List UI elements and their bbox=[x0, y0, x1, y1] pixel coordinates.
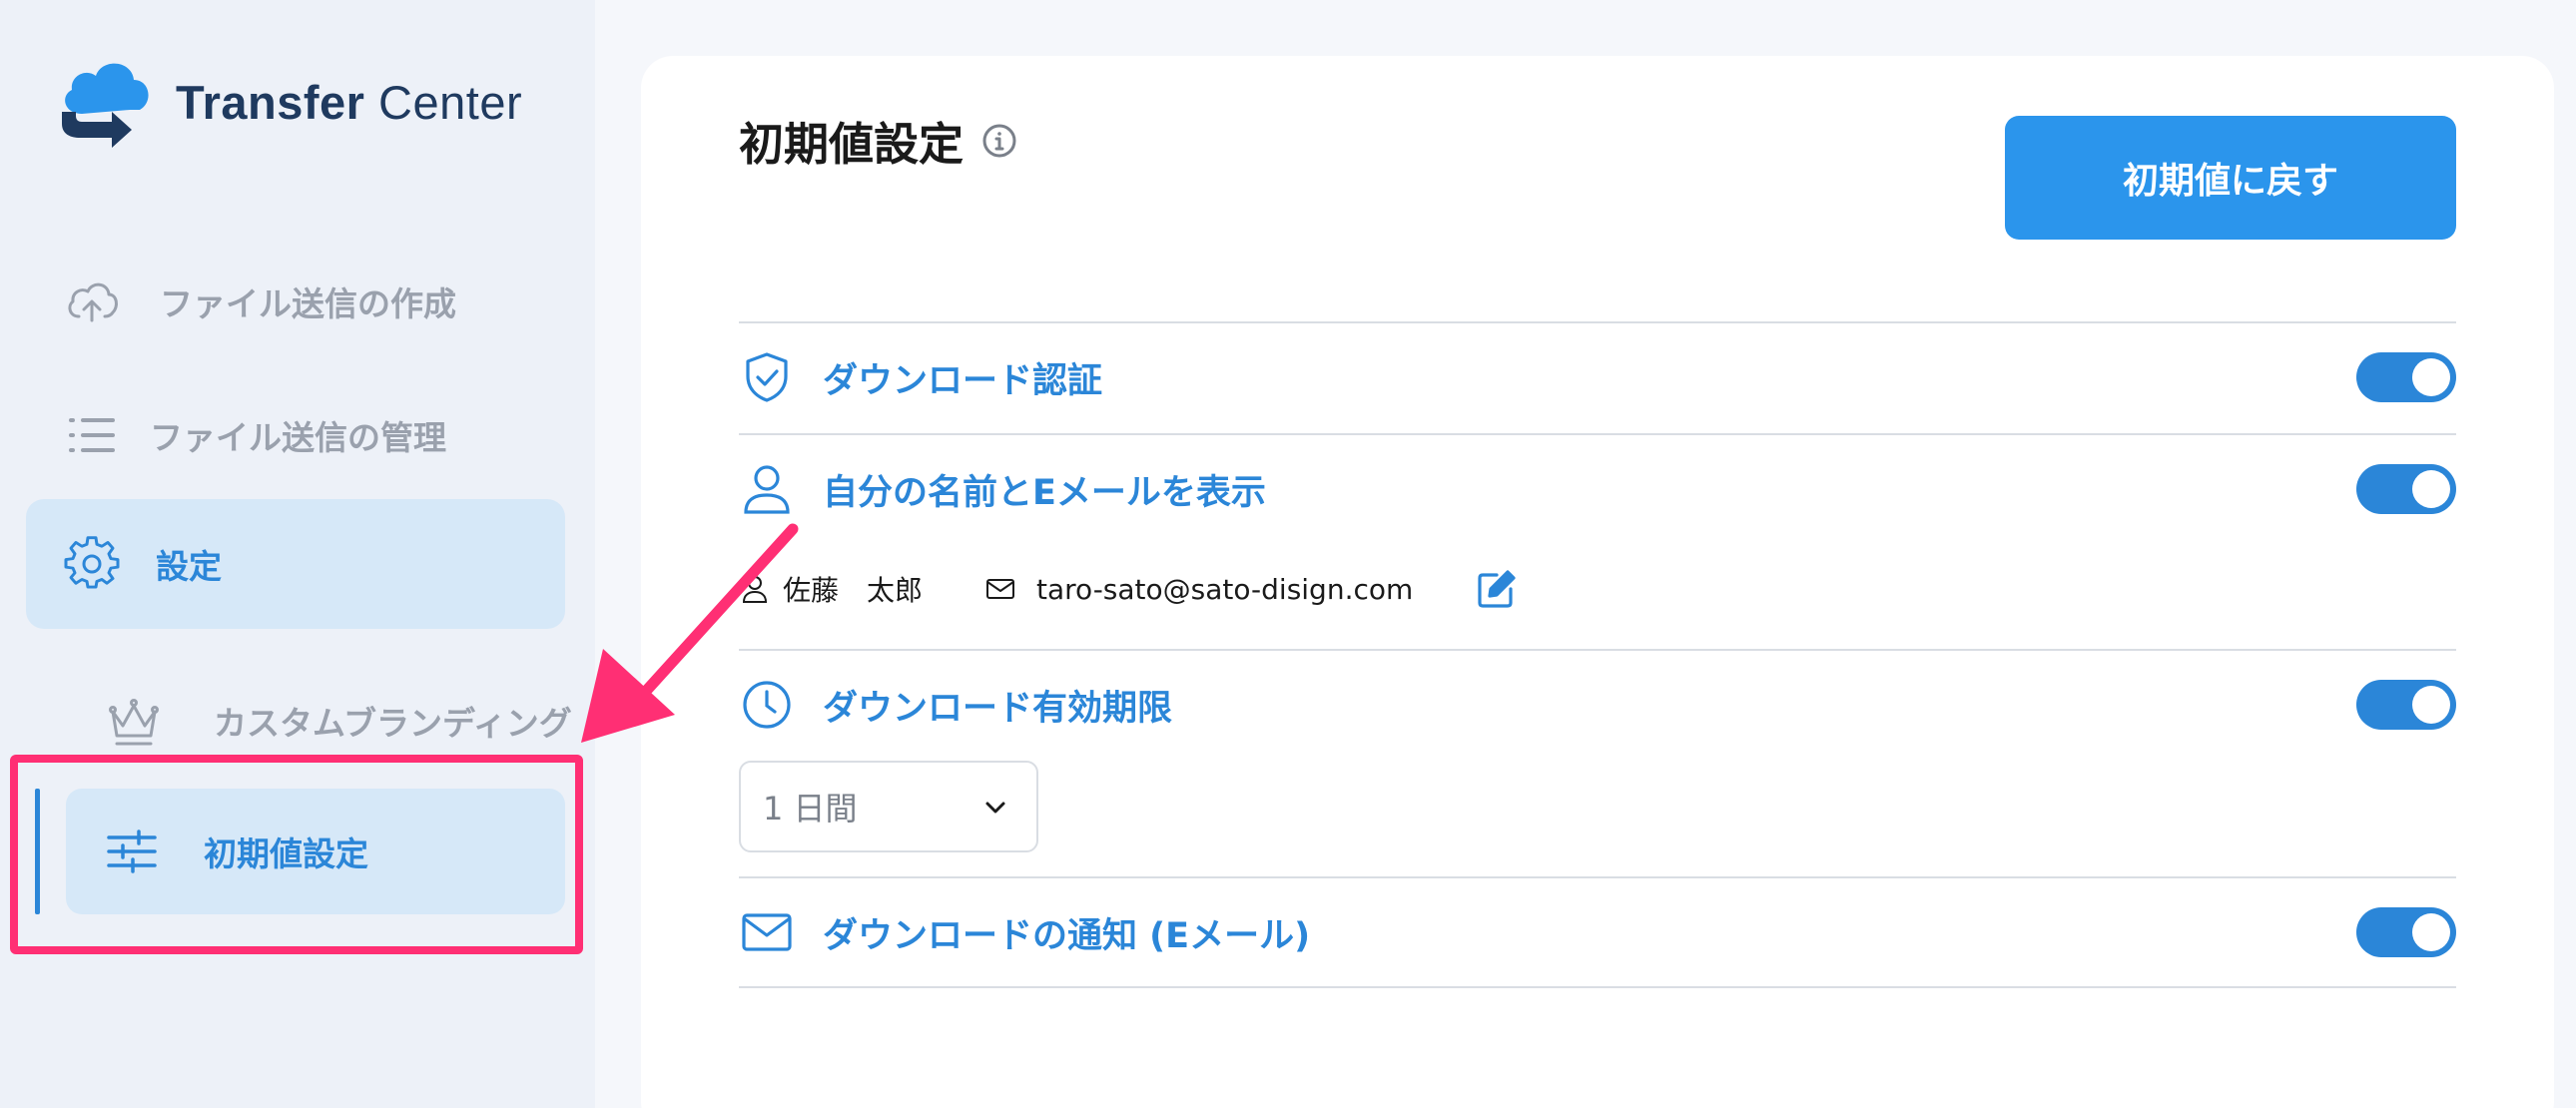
info-icon[interactable] bbox=[981, 123, 1017, 159]
divider bbox=[739, 876, 2456, 878]
user-small-icon bbox=[742, 576, 768, 603]
setting-label: ダウンロードの通知 (Eメール) bbox=[823, 915, 1311, 956]
app-window: Transfer Center ファイル送信の作成 ファイル送信の管理 設定 カ… bbox=[0, 0, 2576, 1108]
sidebar-item-create-transfer[interactable]: ファイル送信の作成 bbox=[62, 272, 456, 331]
edit-icon[interactable] bbox=[1475, 567, 1519, 611]
divider bbox=[739, 649, 2456, 651]
setting-show-name-email: 自分の名前とEメールを表示 bbox=[739, 461, 2456, 517]
page-title-text: 初期値設定 bbox=[739, 118, 965, 171]
divider bbox=[739, 986, 2456, 988]
transfer-logo-icon bbox=[62, 63, 149, 148]
setting-label: ダウンロード有効期限 bbox=[823, 688, 1173, 729]
sidebar-item-manage-transfers[interactable]: ファイル送信の管理 bbox=[62, 405, 446, 465]
sender-name: 佐藤 太郎 bbox=[783, 574, 924, 607]
app-name: Transfer Center bbox=[176, 75, 523, 129]
cloud-upload-icon bbox=[62, 272, 122, 331]
toggle-knob bbox=[2412, 358, 2450, 396]
app-logo[interactable]: Transfer Center bbox=[52, 52, 522, 152]
clock-icon bbox=[739, 677, 795, 733]
gear-icon bbox=[62, 534, 122, 594]
expiry-select-value: 1 日間 bbox=[763, 790, 858, 828]
sidebar-item-settings[interactable]: 設定 bbox=[26, 499, 565, 629]
sidebar: Transfer Center ファイル送信の作成 ファイル送信の管理 設定 カ… bbox=[0, 0, 595, 1108]
list-icon bbox=[62, 405, 122, 465]
user-icon bbox=[739, 461, 795, 517]
show-name-email-toggle[interactable] bbox=[2356, 464, 2456, 514]
setting-download-expiry: ダウンロード有効期限 bbox=[739, 677, 2456, 733]
sidebar-item-label: 設定 bbox=[156, 547, 222, 586]
sidebar-item-label: ファイル送信の管理 bbox=[150, 418, 446, 457]
sidebar-item-label: ファイル送信の作成 bbox=[160, 284, 456, 323]
mail-small-icon bbox=[986, 579, 1015, 599]
setting-label: ダウンロード認証 bbox=[823, 360, 1103, 401]
mail-icon bbox=[739, 904, 795, 960]
toggle-knob bbox=[2412, 686, 2450, 724]
divider bbox=[739, 433, 2456, 435]
crown-icon bbox=[104, 691, 164, 751]
sidebar-item-label: カスタムブランディング bbox=[214, 704, 572, 743]
setting-download-notification: ダウンロードの通知 (Eメール) bbox=[739, 904, 2456, 960]
toggle-knob bbox=[2412, 913, 2450, 951]
chevron-down-icon bbox=[985, 802, 1005, 814]
download-auth-toggle[interactable] bbox=[2356, 352, 2456, 402]
divider bbox=[739, 321, 2456, 323]
annotation-highlight-box bbox=[10, 755, 583, 954]
expiry-select[interactable]: 1 日間 bbox=[739, 761, 1038, 852]
toggle-knob bbox=[2412, 470, 2450, 508]
sender-info: 佐藤 太郎 taro-sato@sato-disign.com bbox=[739, 567, 1519, 611]
setting-download-auth: ダウンロード認証 bbox=[739, 349, 2456, 405]
sidebar-item-custom-branding[interactable]: カスタムブランディング bbox=[104, 691, 572, 751]
setting-label: 自分の名前とEメールを表示 bbox=[823, 472, 1266, 513]
download-expiry-toggle[interactable] bbox=[2356, 680, 2456, 730]
reset-defaults-button[interactable]: 初期値に戻す bbox=[2005, 116, 2456, 240]
download-notification-toggle[interactable] bbox=[2356, 907, 2456, 957]
sender-email: taro-sato@sato-disign.com bbox=[1036, 572, 1414, 606]
shield-check-icon bbox=[739, 349, 795, 405]
page-title: 初期値設定 bbox=[739, 108, 1017, 173]
